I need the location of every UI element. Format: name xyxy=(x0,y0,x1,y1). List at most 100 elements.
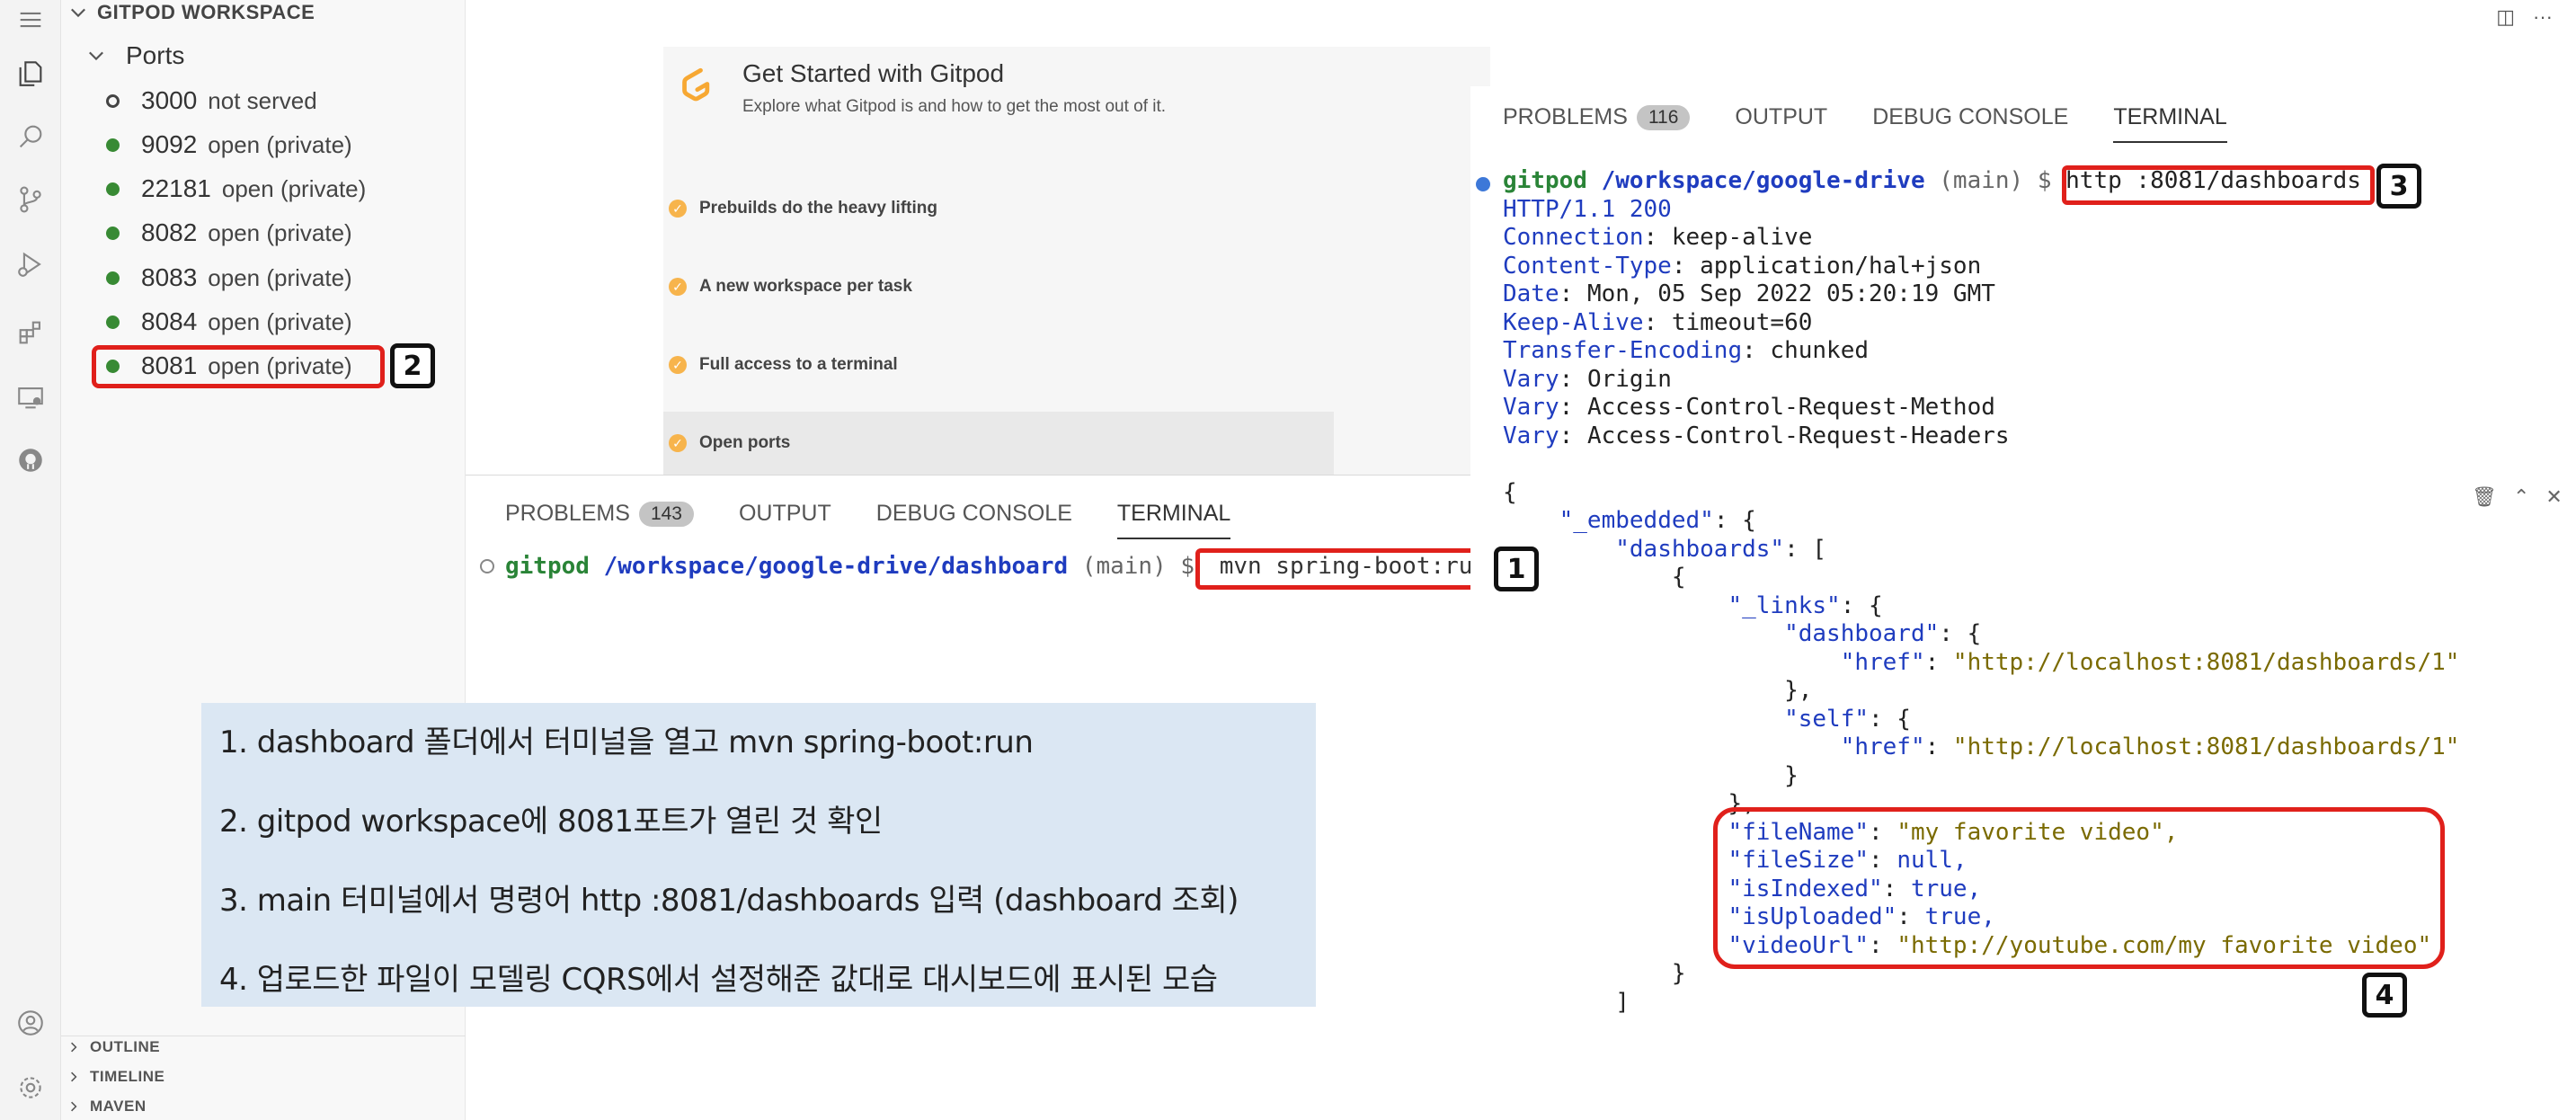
outline-section-header[interactable]: OUTLINE xyxy=(68,1034,160,1061)
remote-explorer-icon[interactable] xyxy=(14,381,47,413)
json-key: "href" xyxy=(1840,648,1925,676)
callout-3: 3 xyxy=(2376,164,2421,209)
json-key: "_links" xyxy=(1728,591,1841,619)
welcome-title: Get Started with Gitpod xyxy=(742,59,1005,87)
note-line: 2. gitpod workspace에 8081포트가 열린 것 확인 xyxy=(219,804,883,840)
port-item-22181[interactable]: 22181 open (private) xyxy=(106,171,366,207)
panel-actions: 🗑 ⌃ ✕ xyxy=(2472,485,2563,509)
tab-problems[interactable]: PROBLEMS 116 xyxy=(1503,104,1691,130)
panel-tabs: PROBLEMS 116 OUTPUT DEBUG CONSOLE TERMIN… xyxy=(1503,104,2272,143)
prompt-user: gitpod xyxy=(1503,167,1587,194)
section-label: MAVEN xyxy=(90,1098,147,1115)
instruction-note: 1. dashboard 폴더에서 터미널을 열고 mvn spring-boo… xyxy=(201,703,1316,1007)
tab-problems[interactable]: PROBLEMS 143 xyxy=(505,501,694,527)
note-line: 1. dashboard 폴더에서 터미널을 열고 mvn spring-boo… xyxy=(219,724,1034,760)
command-3-highlight xyxy=(2062,165,2375,205)
chevron-up-icon[interactable]: ⌃ xyxy=(2513,485,2529,509)
header-name: Vary xyxy=(1503,365,1559,393)
menu-icon[interactable] xyxy=(14,4,47,36)
json-key: "dashboards" xyxy=(1615,535,1785,563)
tab-label: OUTPUT xyxy=(738,501,831,526)
welcome-item[interactable]: ✓ Full access to a terminal xyxy=(669,347,898,383)
tab-terminal[interactable]: TERMINAL xyxy=(2113,104,2228,143)
trash-icon[interactable]: 🗑 xyxy=(2472,485,2497,509)
port-status: open (private) xyxy=(221,174,367,202)
port-status-icon xyxy=(106,138,120,152)
note-line: 3. main 터미널에서 명령어 http :8081/dashboards … xyxy=(219,883,1239,919)
welcome-item[interactable]: ✓ Prebuilds do the heavy lifting xyxy=(669,191,937,227)
header-value: application/hal+json xyxy=(1700,252,1982,280)
maven-section-header[interactable]: MAVEN xyxy=(68,1093,147,1120)
problems-count-badge: 143 xyxy=(638,501,694,527)
prompt-path: /workspace/google-drive/dashboard xyxy=(603,553,1069,580)
prompt-branch: (main) $ xyxy=(1939,167,2052,194)
section-label: OUTLINE xyxy=(90,1038,161,1055)
header-value: keep-alive xyxy=(1671,224,1813,251)
port-number: 8084 xyxy=(141,307,198,335)
port-item-3000[interactable]: 3000 not served xyxy=(106,83,317,119)
editor-actions: ◫ ··· xyxy=(2496,5,2553,29)
port-status-icon xyxy=(106,93,120,108)
tab-label: DEBUG CONSOLE xyxy=(1872,104,2069,129)
header-name: Transfer-Encoding xyxy=(1503,337,1743,364)
port-item-8082[interactable]: 8082 open (private) xyxy=(106,215,352,251)
json-key: "dashboard" xyxy=(1784,620,1940,647)
port-item-8084[interactable]: 8084 open (private) xyxy=(106,304,352,340)
port-number: 22181 xyxy=(141,174,211,202)
source-control-icon[interactable] xyxy=(14,183,47,216)
timeline-section-header[interactable]: TIMELINE xyxy=(68,1063,164,1090)
tab-output[interactable]: OUTPUT xyxy=(739,501,831,527)
prompt-user: gitpod xyxy=(505,553,590,580)
ports-title: Ports xyxy=(126,41,185,69)
welcome-item[interactable]: ✓ Open ports xyxy=(669,425,790,461)
tab-label: PROBLEMS xyxy=(505,501,630,526)
welcome-item[interactable]: ✓ A new workspace per task xyxy=(669,269,912,305)
more-actions-icon[interactable]: ··· xyxy=(2533,5,2553,29)
json-key: "href" xyxy=(1840,733,1925,760)
account-icon[interactable] xyxy=(14,1007,47,1039)
tab-debug-console[interactable]: DEBUG CONSOLE xyxy=(876,501,1072,527)
tab-terminal[interactable]: TERMINAL xyxy=(1116,501,1231,539)
tab-debug-console[interactable]: DEBUG CONSOLE xyxy=(1872,104,2068,130)
port-status-icon xyxy=(106,182,120,196)
split-editor-icon[interactable]: ◫ xyxy=(2496,5,2515,29)
run-debug-icon[interactable] xyxy=(14,248,47,280)
port-item-9092[interactable]: 9092 open (private) xyxy=(106,127,352,163)
json-fields-highlight xyxy=(1713,807,2445,969)
json-key: "self" xyxy=(1784,705,1869,733)
settings-gear-icon[interactable] xyxy=(14,1071,47,1104)
terminal-status-icon xyxy=(480,559,494,573)
chevron-down-icon xyxy=(89,51,103,61)
chevron-right-icon xyxy=(71,1071,77,1082)
header-name: Vary xyxy=(1503,422,1559,449)
chevron-right-icon xyxy=(71,1042,77,1053)
files-icon[interactable] xyxy=(14,58,47,90)
header-value: Mon, 05 Sep 2022 05:20:19 GMT xyxy=(1586,280,1995,307)
workspace-title: GITPOD WORKSPACE xyxy=(97,1,315,23)
welcome-item-label: A new workspace per task xyxy=(699,277,912,296)
ports-section-header[interactable]: Ports xyxy=(88,40,184,72)
header-name: Content-Type xyxy=(1503,252,1672,280)
header-name: Keep-Alive xyxy=(1503,308,1644,336)
problems-count-badge: 116 xyxy=(1636,104,1691,130)
header-value: chunked xyxy=(1770,337,1869,364)
port-item-8083[interactable]: 8083 open (private) xyxy=(106,260,352,296)
welcome-item-label: Full access to a terminal xyxy=(699,355,898,374)
port-status-icon xyxy=(106,271,120,285)
tab-label: TERMINAL xyxy=(1116,501,1231,526)
gitpod-welcome-panel: Get Started with Gitpod Explore what Git… xyxy=(663,47,1490,476)
github-icon[interactable] xyxy=(14,444,47,476)
tab-label: OUTPUT xyxy=(1735,104,1828,129)
close-icon[interactable]: ✕ xyxy=(2545,485,2562,509)
port-status: open (private) xyxy=(208,218,352,246)
header-name: Date xyxy=(1503,280,1559,307)
port-number: 3000 xyxy=(141,86,198,114)
tab-output[interactable]: OUTPUT xyxy=(1735,104,1827,130)
search-icon[interactable] xyxy=(14,120,47,153)
workspace-section-header[interactable]: GITPOD WORKSPACE xyxy=(70,0,315,25)
tab-label: DEBUG CONSOLE xyxy=(875,501,1072,526)
port-number: 8083 xyxy=(141,263,198,291)
extensions-icon[interactable] xyxy=(14,316,47,349)
section-label: TIMELINE xyxy=(90,1068,165,1085)
check-circle-icon: ✓ xyxy=(669,200,687,218)
